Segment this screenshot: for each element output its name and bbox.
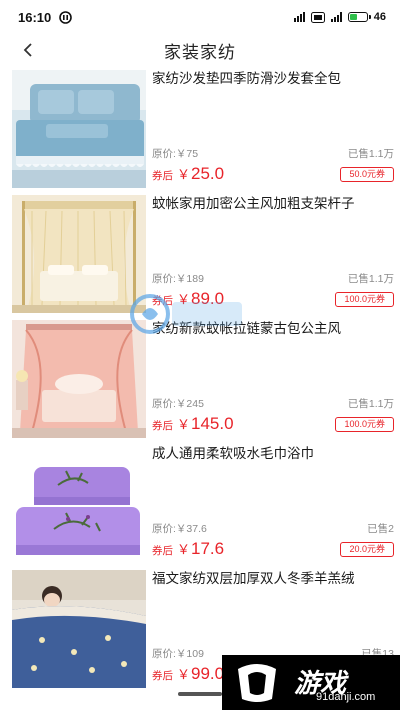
sold-count: 已售2 (367, 523, 394, 535)
after-coupon-label: 券后 (152, 545, 173, 557)
after-coupon-price: 券后 ￥ 99.0 (152, 664, 224, 684)
list-item[interactable]: 家纺沙发垫四季防滑沙发套全包 原价:￥75 已售1.1万 券后 ￥ 25.0 5… (0, 70, 400, 195)
after-coupon-price: 券后 ￥ 17.6 (152, 539, 224, 559)
battery-level: 46 (373, 11, 386, 23)
original-price: 原价:￥37.6 (152, 523, 207, 535)
product-list[interactable]: 家纺沙发垫四季防滑沙发套全包 原价:￥75 已售1.1万 券后 ￥ 25.0 5… (0, 70, 400, 695)
nav-bar: 家装家纺 (0, 34, 400, 66)
watermark-banner: 游戏 91danji.com (222, 655, 400, 710)
coupon-badge[interactable]: 20.0元券 (340, 541, 394, 557)
after-coupon-price: 券后 ￥ 145.0 (152, 414, 234, 434)
list-item[interactable]: 家纺新款蚊帐拉链蒙古包公主风 原价:￥245 已售1.1万 券后 ￥ 145.0… (0, 320, 400, 445)
original-price: 原价:￥245 (152, 398, 204, 410)
product-title[interactable]: 家纺沙发垫四季防滑沙发套全包 (152, 70, 394, 88)
product-info: 家纺沙发垫四季防滑沙发套全包 原价:￥75 已售1.1万 券后 ￥ 25.0 5… (152, 70, 394, 188)
yen-symbol: ￥ (177, 417, 191, 432)
price-row: 原价:￥37.6 已售2 (152, 521, 394, 536)
price-value: 145.0 (191, 414, 234, 433)
coupon-price-row: 券后 ￥ 25.0 50.0元券 (152, 164, 394, 184)
price-row: 原价:￥245 已售1.1万 (152, 396, 394, 411)
battery-icon (347, 12, 371, 22)
notification-icon (59, 10, 73, 24)
watermark-logo (130, 294, 242, 334)
product-title[interactable]: 成人通用柔软吸水毛巾浴巾 (152, 445, 394, 463)
signal-icon (293, 12, 305, 22)
watermark-url: 91danji.com (316, 691, 376, 703)
after-coupon-label: 券后 (152, 420, 173, 432)
coupon-badge[interactable]: 50.0元券 (340, 166, 394, 182)
watermark-badge-icon (238, 664, 276, 702)
coupon-price-row: 券后 ￥ 17.6 20.0元券 (152, 539, 394, 559)
status-time: 16:10 (18, 9, 52, 25)
hd-icon (310, 11, 325, 23)
chevron-left-icon (23, 43, 32, 57)
product-image-sofa-cushion[interactable] (12, 70, 146, 188)
price-value: 25.0 (191, 164, 225, 183)
sold-count: 已售1.1万 (347, 398, 394, 410)
product-title[interactable]: 福文家纺双层加厚双人冬季羊羔绒 (152, 570, 394, 588)
product-title[interactable]: 蚊帐家用加密公主风加粗支架杆子 (152, 195, 394, 213)
after-coupon-price: 券后 ￥ 25.0 (152, 164, 224, 184)
yen-symbol: ￥ (177, 667, 191, 682)
back-button[interactable] (18, 40, 38, 60)
home-indicator[interactable] (178, 692, 222, 696)
product-info: 家纺新款蚊帐拉链蒙古包公主风 原价:￥245 已售1.1万 券后 ￥ 145.0… (152, 320, 394, 438)
price-row: 原价:￥75 已售1.1万 (152, 146, 394, 161)
product-image-fleece-blanket[interactable] (12, 570, 146, 688)
sold-count: 已售1.1万 (347, 273, 394, 285)
price-value: 17.6 (191, 539, 225, 558)
price-value: 99.0 (191, 664, 225, 683)
original-price: 原价:￥189 (152, 273, 204, 285)
after-coupon-label: 券后 (152, 670, 173, 682)
list-item[interactable]: 成人通用柔软吸水毛巾浴巾 原价:￥37.6 已售2 券后 ￥ 17.6 20.0… (0, 445, 400, 570)
price-row: 原价:￥189 已售1.1万 (152, 271, 394, 286)
product-image-mosquito-net-gold[interactable] (12, 195, 146, 313)
yen-symbol: ￥ (177, 167, 191, 182)
product-image-purple-towels[interactable] (12, 445, 146, 563)
original-price: 原价:￥109 (152, 648, 204, 660)
coupon-badge[interactable]: 100.0元券 (335, 291, 394, 307)
signal-icon-2 (330, 12, 342, 22)
page-title: 家装家纺 (164, 42, 236, 62)
after-coupon-label: 券后 (152, 170, 173, 182)
product-info: 成人通用柔软吸水毛巾浴巾 原价:￥37.6 已售2 券后 ￥ 17.6 20.0… (152, 445, 394, 563)
sold-count: 已售1.1万 (347, 148, 394, 160)
coupon-price-row: 券后 ￥ 145.0 100.0元券 (152, 414, 394, 434)
original-price: 原价:￥75 (152, 148, 199, 160)
status-bar: 16:10 46 (0, 0, 400, 34)
coupon-badge[interactable]: 100.0元券 (335, 416, 394, 432)
yen-symbol: ￥ (177, 542, 191, 557)
product-image-mosquito-net-pink[interactable] (12, 320, 146, 438)
